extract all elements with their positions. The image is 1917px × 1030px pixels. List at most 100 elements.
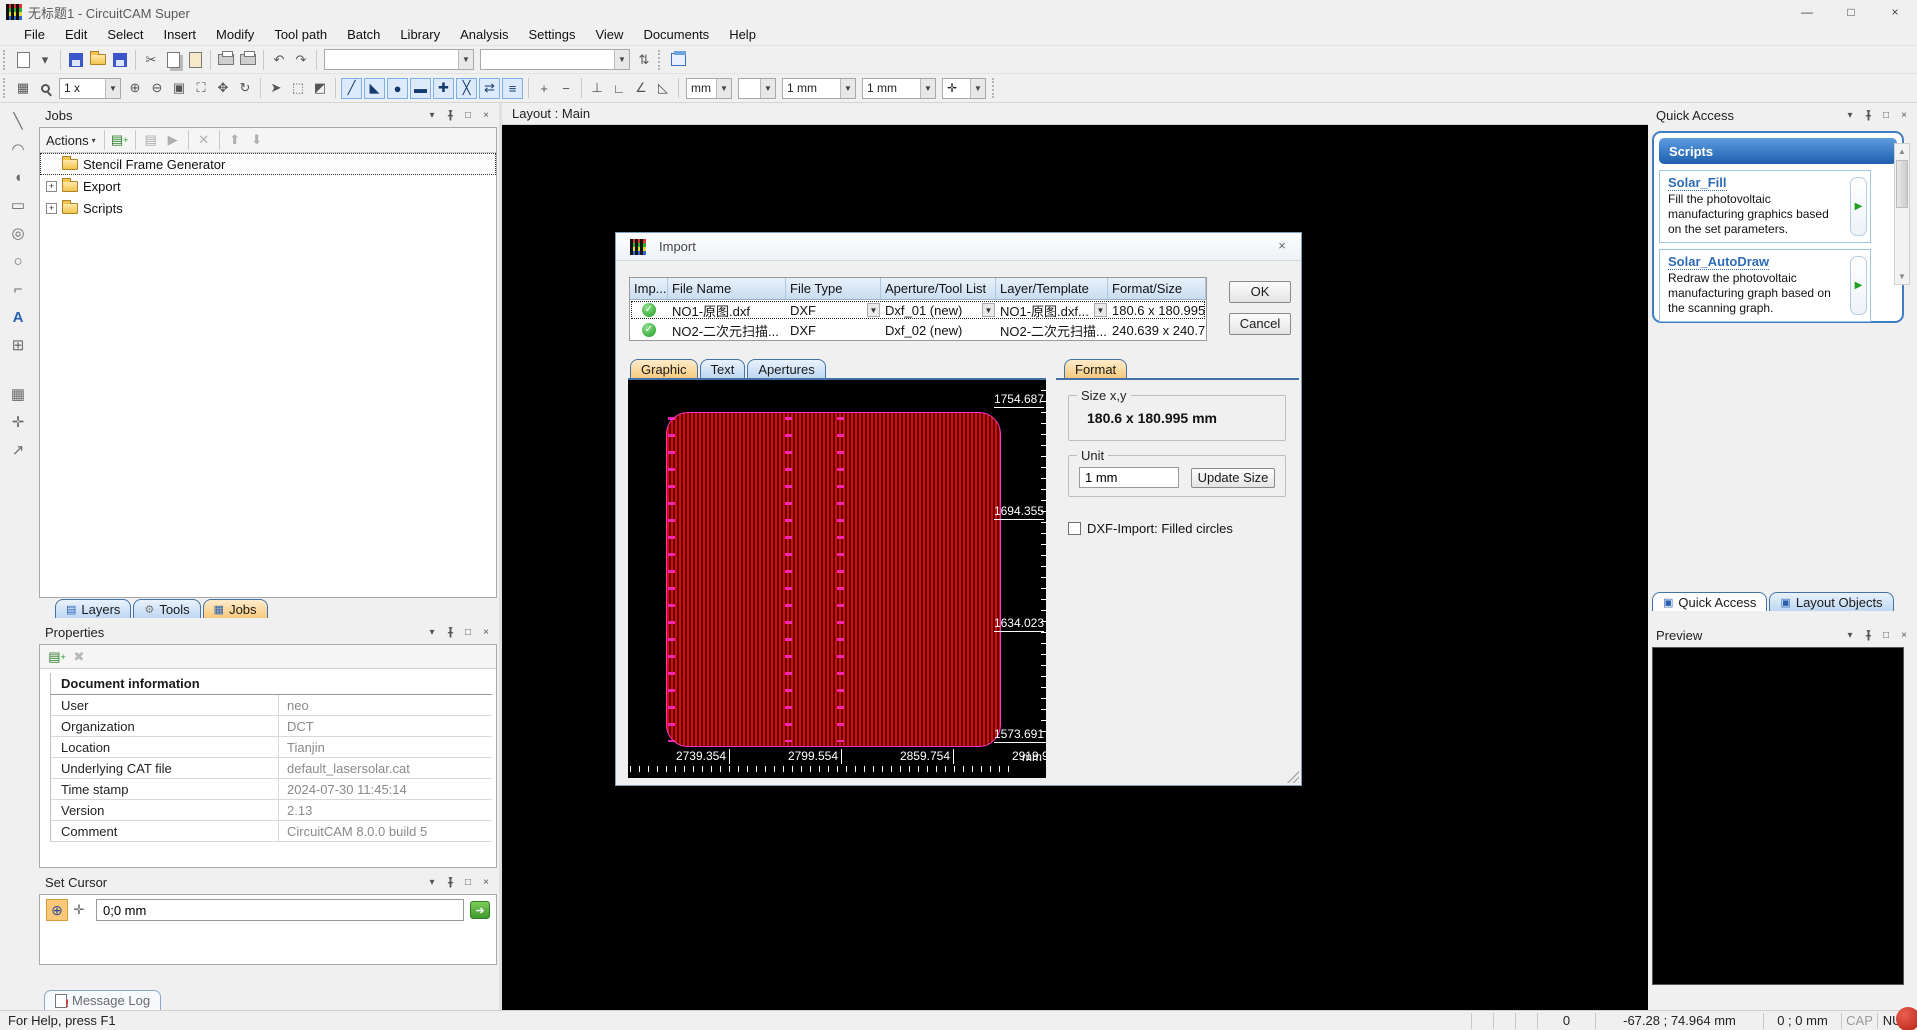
ok-button[interactable]: OK xyxy=(1229,281,1291,303)
redo-icon[interactable]: ↷ xyxy=(290,49,312,71)
unit-combo[interactable]: mm▼ xyxy=(686,78,732,99)
properties-maximize-icon[interactable]: □ xyxy=(459,625,477,641)
cursor-step-combo[interactable]: ✛▼ xyxy=(942,78,986,99)
properties-menu-icon[interactable]: ▾ xyxy=(423,625,441,641)
zoom-window-icon[interactable]: ▣ xyxy=(168,77,190,99)
scroll-up-icon[interactable]: ▲ xyxy=(1895,144,1909,159)
select-arrow-icon[interactable]: ➤ xyxy=(265,77,287,99)
cursor-step-combo-dropdown-icon[interactable]: ▼ xyxy=(970,79,985,98)
jobs-menu-icon[interactable]: ▾ xyxy=(423,108,441,124)
toolbar-combo-1-dropdown-icon[interactable]: ▼ xyxy=(458,50,473,69)
cut-icon[interactable]: ✂ xyxy=(140,49,162,71)
file-type-dropdown-icon[interactable]: ▼ xyxy=(867,303,880,317)
run-job-button[interactable]: ▶ xyxy=(162,129,184,151)
undo-icon[interactable]: ↶ xyxy=(268,49,290,71)
layer-dropdown-icon[interactable]: ▼ xyxy=(1094,303,1107,317)
zoom-in-icon[interactable]: ⊕ xyxy=(124,77,146,99)
pick-tool-icon[interactable]: ↗ xyxy=(7,439,29,461)
jobs-close-icon[interactable]: × xyxy=(477,108,495,124)
closed-arc-tool-icon[interactable]: ◖ xyxy=(7,166,29,188)
unit-combo-dropdown-icon[interactable]: ▼ xyxy=(716,79,731,98)
preview-pin-icon[interactable] xyxy=(1859,627,1877,643)
import-dialog-titlebar[interactable]: Import xyxy=(616,233,1301,261)
grid-combo-dropdown-icon[interactable]: ▼ xyxy=(760,79,775,98)
measure-tool-icon[interactable]: ✛ xyxy=(7,411,29,433)
menu-library[interactable]: Library xyxy=(390,25,450,44)
perpendicular-icon[interactable]: ⊥ xyxy=(586,77,608,99)
menu-analysis[interactable]: Analysis xyxy=(450,25,518,44)
array-tool-icon[interactable]: ⊞ xyxy=(7,334,29,356)
aperture-dropdown-icon[interactable]: ▼ xyxy=(982,303,995,317)
save-icon[interactable] xyxy=(109,49,131,71)
window-cascade-button[interactable] xyxy=(667,49,689,71)
new-job-button[interactable]: ▤+ xyxy=(109,129,131,151)
grid-size-combo-x-dropdown-icon[interactable]: ▼ xyxy=(840,79,855,98)
tab-text[interactable]: Text xyxy=(700,359,746,378)
combo-expand-icon[interactable]: ⇅ xyxy=(633,49,655,71)
ellipse-tool-icon[interactable]: ○ xyxy=(7,250,29,272)
new-file-icon[interactable] xyxy=(12,49,34,71)
actions-dropdown-icon[interactable]: ▾ xyxy=(92,136,96,145)
message-log-tab[interactable]: Message Log xyxy=(44,990,161,1010)
preview-menu-icon[interactable]: ▾ xyxy=(1841,627,1859,643)
preview-maximize-icon[interactable]: □ xyxy=(1877,627,1895,643)
apply-cursor-button[interactable]: ➜ xyxy=(470,901,490,919)
dxf-filled-circles-checkbox[interactable]: DXF-Import: Filled circles xyxy=(1068,521,1233,536)
properties-pin-icon[interactable] xyxy=(441,625,459,641)
toolbar-combo-2-dropdown-icon[interactable]: ▼ xyxy=(614,50,629,69)
list-icon[interactable]: ≡ xyxy=(502,78,523,99)
redraw-icon[interactable]: ↻ xyxy=(234,77,256,99)
grid-size-combo-y[interactable]: 1 mm▼ xyxy=(862,78,936,99)
set-cursor-maximize-icon[interactable]: □ xyxy=(459,875,477,891)
toolbar-combo-2[interactable]: ▼ xyxy=(480,49,630,70)
zoom-all-icon[interactable]: ⛶ xyxy=(190,77,212,99)
open-file-icon[interactable] xyxy=(87,49,109,71)
new-dropdown-icon[interactable]: ▾ xyxy=(34,49,56,71)
pattern-tool-icon[interactable]: ▦ xyxy=(7,383,29,405)
delete-job-button[interactable]: ✕ xyxy=(193,129,215,151)
relative-cursor-icon[interactable]: ✛ xyxy=(68,899,90,921)
zoom-combo[interactable]: 1 x▼ xyxy=(59,78,121,99)
expand-icon[interactable]: + xyxy=(46,203,57,214)
unit-input[interactable] xyxy=(1079,467,1179,488)
column-header-0[interactable]: Imp... xyxy=(630,278,668,299)
pan-icon[interactable]: ✥ xyxy=(212,77,234,99)
file-type-cell[interactable]: DXF xyxy=(786,320,881,340)
update-size-button[interactable]: Update Size xyxy=(1191,468,1275,488)
import-file-row[interactable]: ✓NO2-二次元扫描...DXFDxf_02 (new)NO2-二次元扫描...… xyxy=(630,320,1206,340)
quick-access-close-icon[interactable]: × xyxy=(1895,107,1913,123)
flag-icon[interactable]: ◣ xyxy=(364,78,385,99)
layer-template-cell[interactable]: NO2-二次元扫描... xyxy=(996,320,1108,340)
cancel-button[interactable]: Cancel xyxy=(1229,313,1291,335)
quick-access-menu-icon[interactable]: ▾ xyxy=(1841,107,1859,123)
zoom-out-icon[interactable]: ⊖ xyxy=(146,77,168,99)
column-header-5[interactable]: Format/Size xyxy=(1108,278,1206,299)
copy-icon[interactable] xyxy=(162,49,184,71)
select-options-icon[interactable]: ◩ xyxy=(309,77,331,99)
print-preview-icon[interactable] xyxy=(237,49,259,71)
menu-tool-path[interactable]: Tool path xyxy=(264,25,337,44)
delete-property-button[interactable]: ✖ xyxy=(68,646,90,668)
quick-access-maximize-icon[interactable]: □ xyxy=(1877,107,1895,123)
properties-close-icon[interactable]: × xyxy=(477,625,495,641)
actions-button[interactable]: Actions xyxy=(46,133,89,148)
menu-modify[interactable]: Modify xyxy=(206,25,264,44)
cursor-position-input[interactable] xyxy=(96,899,464,921)
tab-apertures[interactable]: Apertures xyxy=(747,359,825,378)
menu-edit[interactable]: Edit xyxy=(55,25,97,44)
menu-view[interactable]: View xyxy=(585,25,633,44)
quick-access-pin-icon[interactable] xyxy=(1859,107,1877,123)
absolute-cursor-button[interactable]: ⊕ xyxy=(46,899,68,921)
menu-file[interactable]: File xyxy=(14,25,55,44)
cross-icon[interactable]: ╳ xyxy=(456,78,477,99)
move-down-button[interactable]: ⬇ xyxy=(246,129,268,151)
zoom-combo-dropdown-icon[interactable]: ▼ xyxy=(105,79,120,98)
menu-documents[interactable]: Documents xyxy=(633,25,719,44)
circle-tool-icon[interactable]: ◎ xyxy=(7,222,29,244)
checkbox-box[interactable] xyxy=(1068,522,1081,535)
import-close-icon[interactable]: × xyxy=(1271,238,1293,256)
angle-icon[interactable]: ∠ xyxy=(630,77,652,99)
scripts-group-header[interactable]: Scripts xyxy=(1659,138,1897,164)
column-header-3[interactable]: Aperture/Tool List xyxy=(881,278,996,299)
scroll-thumb[interactable] xyxy=(1896,160,1908,208)
